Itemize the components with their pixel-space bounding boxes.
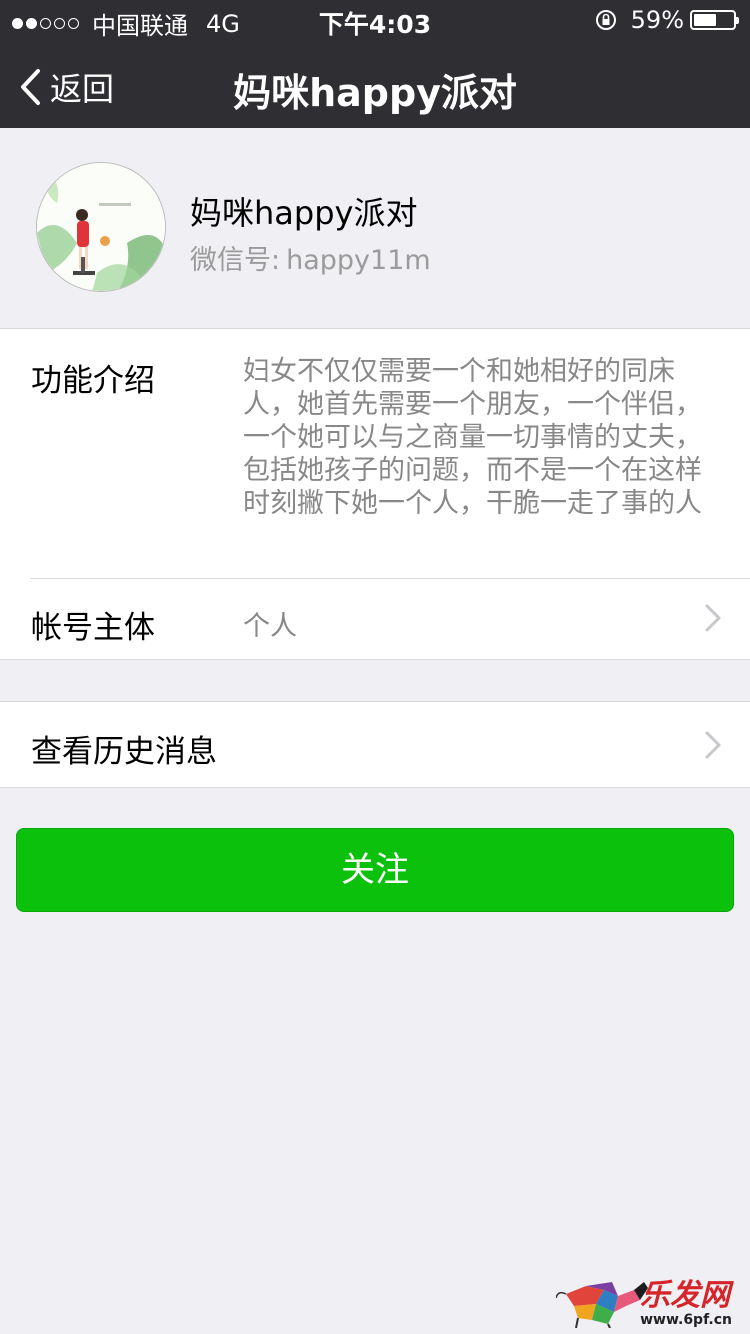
bull-logo-icon	[556, 1282, 648, 1328]
chevron-right-icon	[705, 604, 721, 632]
avatar[interactable]	[36, 162, 166, 292]
owner-value: 个人	[243, 611, 297, 642]
battery-icon	[690, 10, 739, 30]
profile-header: 妈咪happy派对 微信号: happy11m	[0, 128, 750, 328]
view-history-cell[interactable]: 查看历史消息	[0, 702, 750, 787]
account-owner-cell[interactable]: 帐号主体 个人	[0, 578, 750, 659]
intro-text: 妇女不仅仅需要一个和她相好的同床人，她首先需要一个朋友，一个伴侣，一个她可以与之…	[243, 356, 702, 519]
history-label: 查看历史消息	[31, 734, 217, 770]
info-section: 功能介绍 妇女不仅仅需要一个和她相好的同床人，她首先需要一个朋友，一个伴侣，一个…	[0, 328, 750, 660]
battery-fill	[694, 14, 717, 26]
status-right: 59%	[595, 6, 739, 34]
history-section: 查看历史消息	[0, 701, 750, 788]
profile-name: 妈咪happy派对	[190, 194, 418, 232]
wechat-id-value: happy11m	[286, 245, 431, 276]
wechat-id: 微信号: happy11m	[190, 238, 431, 277]
watermark: 乐发网 www.6pf.cn	[556, 1270, 742, 1330]
watermark-brand: 乐发网	[640, 1278, 730, 1313]
chevron-right-icon	[705, 731, 721, 759]
battery-percent: 59%	[630, 6, 684, 34]
owner-label: 帐号主体	[31, 610, 155, 646]
page-title: 妈咪happy派对	[233, 71, 517, 115]
intro-cell: 功能介绍 妇女不仅仅需要一个和她相好的同床人，她首先需要一个朋友，一个伴侣，一个…	[0, 329, 750, 578]
nav-bar: 返回 妈咪happy派对	[0, 40, 750, 128]
follow-button[interactable]: 关注	[16, 828, 734, 912]
intro-label: 功能介绍	[31, 363, 155, 399]
rotation-lock-icon	[595, 10, 616, 30]
watermark-url: www.6pf.cn	[640, 1312, 732, 1328]
wechat-id-label: 微信号:	[190, 245, 281, 276]
avatar-illustration	[37, 163, 165, 291]
status-bar: 中国联通 4G 下午4:03 59%	[0, 0, 750, 40]
